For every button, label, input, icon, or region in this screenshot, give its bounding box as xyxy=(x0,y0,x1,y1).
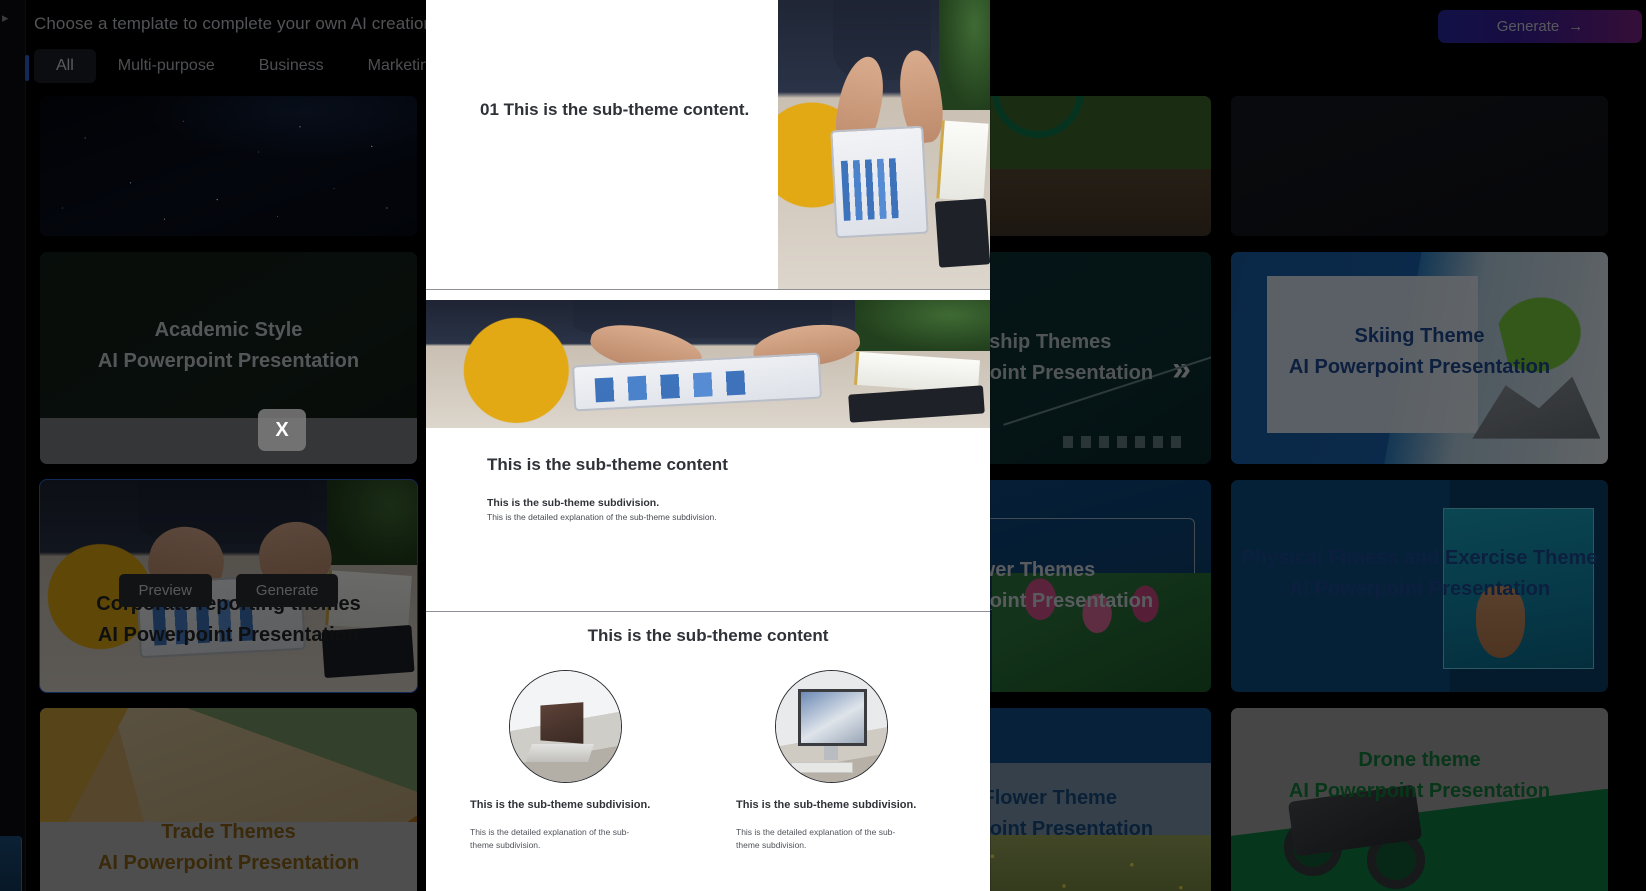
tab-multi-purpose[interactable]: Multi-purpose xyxy=(96,49,237,83)
thumbnail-art xyxy=(1231,96,1608,236)
template-thumbnail xyxy=(40,708,417,891)
slide2-title: This is the sub-theme content xyxy=(487,455,728,474)
rail-bottom-panel[interactable] xyxy=(0,836,22,891)
slide2-photo xyxy=(426,300,990,428)
slide1-photo xyxy=(778,0,990,289)
imac-photo xyxy=(774,670,888,783)
close-icon[interactable]: X xyxy=(258,409,306,451)
template-card[interactable]: Academic Style AI Powerpoint Presentation xyxy=(40,252,417,464)
slide3-title: This is the sub-theme content xyxy=(587,626,829,645)
thumbnail-art xyxy=(1231,480,1608,692)
slide2-subheading: This is the sub-theme subdivision. xyxy=(487,497,660,509)
thumbnail-art xyxy=(40,708,417,891)
slide3-item-1: This is the sub-theme subdivision. This … xyxy=(470,670,660,852)
slide3-item-2-description: This is the detailed explanation of the … xyxy=(736,827,896,850)
template-thumbnail xyxy=(1231,708,1608,891)
template-card[interactable]: Physical Fitness and Exercise Theme AI Po… xyxy=(1231,480,1608,692)
preview-modal: 01 This is the sub-theme content. This i… xyxy=(426,0,990,891)
template-card[interactable] xyxy=(40,96,417,236)
preview-slide-1: 01 This is the sub-theme content. xyxy=(426,0,990,290)
laptop-photo xyxy=(508,670,622,783)
template-thumbnail xyxy=(40,96,417,236)
template-thumbnail xyxy=(1231,252,1608,464)
slide3-item-1-description: This is the detailed explanation of the … xyxy=(470,827,630,850)
preview-button[interactable]: Preview xyxy=(118,574,212,607)
generate-button-label: Generate xyxy=(1496,18,1560,35)
left-rail[interactable]: ▸ xyxy=(0,0,26,891)
thumbnail-art xyxy=(40,252,417,464)
app-root: ▸ Choose a template to complete your own… xyxy=(0,0,1646,891)
business-desk-photo-wide xyxy=(426,300,990,428)
tab-all[interactable]: All xyxy=(25,49,96,83)
thumbnail-art xyxy=(40,96,417,236)
preview-slide-3: This is the sub-theme content This is th… xyxy=(426,612,990,891)
business-desk-photo xyxy=(778,0,990,289)
slide3-item-1-heading: This is the sub-theme subdivision. xyxy=(470,799,651,811)
thumbnail-art xyxy=(1231,708,1608,891)
card-hover-actions: Preview Generate xyxy=(40,574,417,607)
slide2-description: This is the detailed explanation of the … xyxy=(487,512,717,522)
page-title: Choose a template to complete your own A… xyxy=(34,14,434,33)
template-card[interactable]: Skiing Theme AI Powerpoint Presentation xyxy=(1231,252,1608,464)
template-card[interactable]: Drone theme AI Powerpoint Presentation xyxy=(1231,708,1608,891)
card-generate-button[interactable]: Generate xyxy=(235,574,339,607)
slide1-title: 01 This is the sub-theme content. xyxy=(480,100,750,119)
slide3-item-2-heading: This is the sub-theme subdivision. xyxy=(736,799,917,811)
generate-button[interactable]: Generate → xyxy=(1438,10,1642,43)
template-card[interactable]: Corporate reporting themes AI Powerpoint … xyxy=(39,479,418,693)
template-thumbnail xyxy=(1231,480,1608,692)
slide3-item-2: This is the sub-theme subdivision. This … xyxy=(736,670,926,852)
category-tabs: All Multi-purpose Business Marketing xyxy=(25,49,460,83)
template-card[interactable] xyxy=(1231,96,1608,236)
template-thumbnail xyxy=(40,252,417,464)
chevron-right-icon[interactable]: ▸ xyxy=(2,10,14,26)
thumbnail-art xyxy=(1231,252,1608,464)
template-thumbnail xyxy=(1231,96,1608,236)
arrow-right-icon: → xyxy=(1568,18,1584,35)
preview-slide-2: This is the sub-theme content This is th… xyxy=(426,290,990,612)
tab-business[interactable]: Business xyxy=(237,49,346,83)
template-card[interactable]: Trade Themes AI Powerpoint Presentation xyxy=(40,708,417,891)
close-label: X xyxy=(275,418,289,441)
